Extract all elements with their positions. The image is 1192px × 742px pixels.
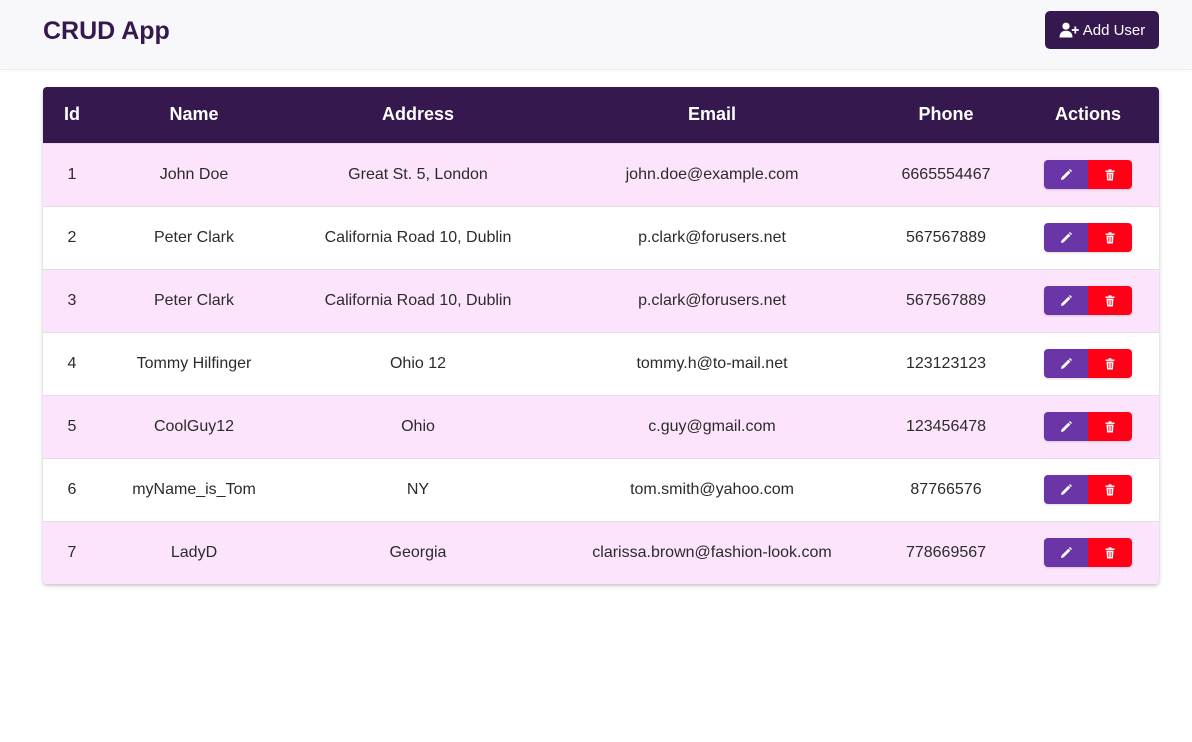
cell-actions	[1017, 332, 1159, 395]
cell-email: p.clark@forusers.net	[638, 291, 786, 309]
cell-actions	[1017, 395, 1159, 458]
cell-phone: 778669567	[905, 543, 987, 561]
header-actions: Actions	[1054, 104, 1121, 125]
cell-name: John Doe	[159, 165, 229, 183]
cell-id: 3	[67, 291, 77, 309]
row-actions	[1044, 160, 1132, 189]
edit-button[interactable]	[1044, 538, 1088, 568]
cell-name: Peter Clark	[153, 228, 235, 246]
cell-id: 4	[67, 354, 77, 372]
cell-id: 5	[67, 417, 77, 435]
cell-address: Great St. 5, London	[348, 165, 488, 183]
pencil-icon	[1060, 294, 1072, 307]
trash-icon	[1104, 420, 1116, 433]
cell-email: c.guy@gmail.com	[648, 417, 776, 435]
header-phone: Phone	[918, 104, 974, 125]
cell-name: LadyD	[170, 543, 218, 561]
cell-id: 6	[67, 480, 77, 498]
delete-button[interactable]	[1088, 160, 1132, 189]
trash-icon	[1104, 357, 1116, 370]
cell-email: john.doe@example.com	[625, 165, 799, 183]
cell-email: tom.smith@yahoo.com	[630, 480, 794, 498]
trash-icon	[1104, 231, 1116, 244]
cell-email: p.clark@forusers.net	[638, 228, 786, 246]
pencil-icon	[1060, 168, 1072, 181]
trash-icon	[1104, 483, 1116, 496]
cell-name: CoolGuy12	[153, 417, 235, 435]
cell-actions	[1017, 269, 1159, 332]
cell-phone: 123456478	[905, 417, 987, 435]
edit-button[interactable]	[1044, 160, 1088, 189]
table-header-row: Id Name Address Email Phone Actions	[43, 87, 1159, 143]
add-user-button[interactable]: Add User	[1045, 11, 1159, 49]
row-actions	[1044, 475, 1132, 504]
edit-button[interactable]	[1044, 475, 1088, 504]
edit-button[interactable]	[1044, 223, 1088, 252]
header-email: Email	[687, 104, 737, 125]
cell-phone: 567567889	[905, 228, 987, 246]
table-row: 4 Tommy Hilfinger Ohio 12 tommy.h@to-mail.n…	[43, 332, 1159, 395]
table-row: 6 myName_is_Tom NY tom.smith@yahoo.com 87766…	[43, 458, 1159, 521]
cell-address: California Road 10, Dublin	[324, 291, 512, 309]
pencil-icon	[1060, 231, 1072, 244]
cell-phone: 123123123	[905, 354, 987, 372]
row-actions	[1044, 223, 1132, 252]
table-row: 1 John Doe Great St. 5, London john.doe@exa…	[43, 143, 1159, 206]
cell-name: Tommy Hilfinger	[136, 354, 252, 372]
trash-icon	[1104, 547, 1116, 559]
cell-address: Georgia	[389, 543, 447, 561]
edit-button[interactable]	[1044, 412, 1088, 441]
table-body: 1 John Doe Great St. 5, London john.doe@exa…	[43, 143, 1159, 584]
delete-button[interactable]	[1088, 538, 1132, 568]
row-actions	[1044, 286, 1132, 315]
cell-phone: 87766576	[910, 480, 982, 498]
add-user-label: Add User	[1082, 21, 1146, 39]
cell-name: Peter Clark	[153, 291, 235, 309]
cell-id: 2	[67, 228, 77, 246]
header-name: Name	[169, 104, 219, 125]
cell-actions	[1017, 521, 1159, 584]
user-plus-icon	[1059, 22, 1079, 38]
cell-email: tommy.h@to-mail.net	[636, 354, 788, 372]
trash-icon	[1104, 168, 1116, 181]
cell-phone: 567567889	[905, 291, 987, 309]
delete-button[interactable]	[1088, 475, 1132, 504]
pencil-icon	[1060, 357, 1072, 370]
cell-address: NY	[406, 480, 430, 498]
users-table-container: Id Name Address Email Phone Actions 1 Joh…	[43, 87, 1159, 584]
table-row: 3 Peter Clark California Road 10, Dublin p.…	[43, 269, 1159, 332]
delete-button[interactable]	[1088, 412, 1132, 441]
cell-email: clarissa.brown@fashion-look.com	[592, 543, 832, 561]
cell-address: Ohio	[401, 417, 435, 435]
header-address: Address	[381, 104, 455, 125]
cell-address: Ohio 12	[389, 354, 447, 372]
table-row: 2 Peter Clark California Road 10, Dublin p.…	[43, 206, 1159, 269]
delete-button[interactable]	[1088, 286, 1132, 315]
app-title: CRUD App	[43, 17, 170, 45]
cell-phone: 6665554467	[901, 165, 991, 183]
header-id: Id	[64, 104, 80, 125]
pencil-icon	[1060, 420, 1072, 433]
row-actions	[1044, 538, 1132, 568]
cell-actions	[1017, 458, 1159, 521]
row-actions	[1044, 412, 1132, 441]
row-actions	[1044, 349, 1132, 378]
edit-button[interactable]	[1044, 349, 1088, 378]
edit-button[interactable]	[1044, 286, 1088, 315]
delete-button[interactable]	[1088, 349, 1132, 378]
cell-actions	[1017, 143, 1159, 206]
cell-name: myName_is_Tom	[132, 480, 256, 498]
table-row: 5 CoolGuy12 Ohio c.guy@gmail.com 123456478	[43, 395, 1159, 458]
table-row: 7 LadyD Georgia clarissa.brown@fashion-look…	[43, 521, 1159, 584]
cell-id: 1	[67, 165, 77, 183]
trash-icon	[1104, 294, 1116, 307]
pencil-icon	[1060, 483, 1072, 496]
delete-button[interactable]	[1088, 223, 1132, 252]
pencil-icon	[1060, 546, 1072, 559]
cell-actions	[1017, 206, 1159, 269]
users-table: Id Name Address Email Phone Actions 1 Joh…	[43, 87, 1159, 584]
cell-id: 7	[67, 543, 77, 561]
cell-address: California Road 10, Dublin	[324, 228, 512, 246]
navbar: CRUD App Add User	[0, 0, 1192, 70]
